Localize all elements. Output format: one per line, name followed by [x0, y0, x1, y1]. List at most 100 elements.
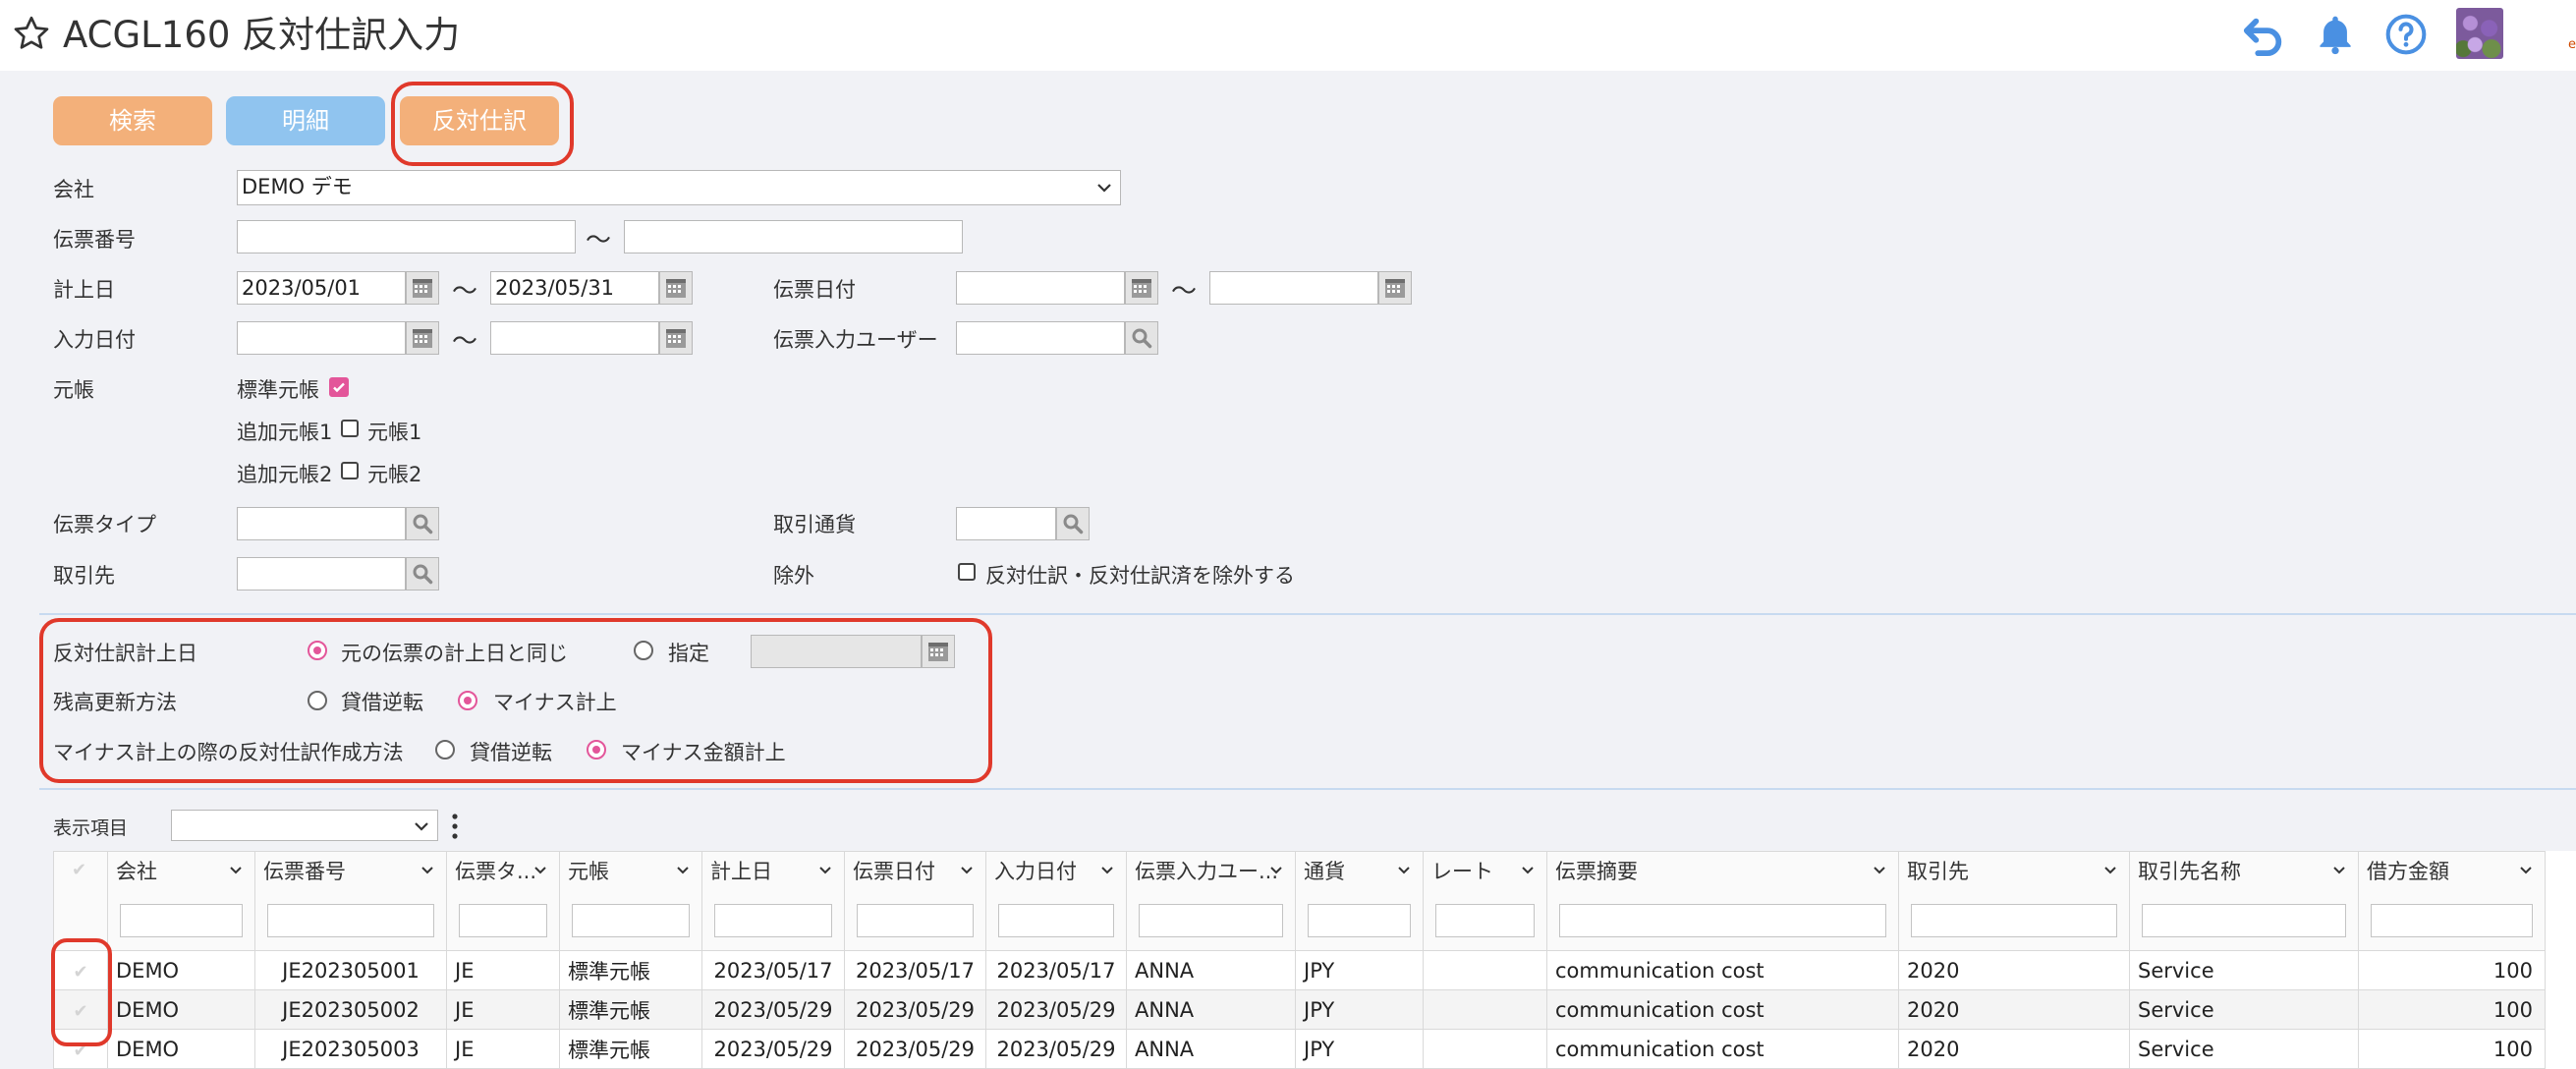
cell-voucher-date: 2023/05/29	[844, 1029, 986, 1069]
partner-input[interactable]	[237, 557, 406, 591]
help-icon[interactable]	[2384, 13, 2428, 56]
column-header[interactable]: 借方金額	[2358, 851, 2546, 951]
exclude-checkbox[interactable]	[958, 563, 976, 581]
chevron-down-icon[interactable]	[1873, 864, 1886, 877]
voucher-type-label: 伝票タイプ	[53, 513, 156, 536]
column-header[interactable]: 伝票番号	[254, 851, 447, 951]
search-icon[interactable]	[406, 507, 439, 540]
chevron-down-icon[interactable]	[1100, 864, 1114, 877]
chevron-down-icon[interactable]	[960, 864, 974, 877]
cell-partner-name: Service	[2129, 989, 2359, 1030]
entry-date-to-input[interactable]	[490, 321, 659, 355]
column-filter-input[interactable]	[714, 904, 832, 937]
chevron-down-icon[interactable]	[2103, 864, 2117, 877]
calendar-icon[interactable]	[406, 271, 439, 305]
reverse-posting-specify-radio[interactable]	[634, 641, 653, 660]
column-filter-input[interactable]	[572, 904, 690, 937]
cell-rate	[1423, 950, 1547, 990]
column-filter-input[interactable]	[1559, 904, 1886, 937]
display-items-label: 表示項目	[53, 817, 129, 839]
chevron-down-icon[interactable]	[1521, 864, 1535, 877]
chevron-down-icon[interactable]	[1269, 864, 1283, 877]
column-filter-input[interactable]	[2142, 904, 2346, 937]
voucher-type-input[interactable]	[237, 507, 406, 540]
detail-button[interactable]: 明細	[226, 96, 385, 145]
cell-voucher-type: JE	[446, 950, 560, 990]
column-filter-input[interactable]	[857, 904, 974, 937]
balance-minus-radio[interactable]	[458, 691, 477, 710]
balance-swap-radio[interactable]	[308, 691, 327, 710]
chevron-down-icon[interactable]	[2519, 864, 2533, 877]
column-header[interactable]: 取引先名称	[2129, 851, 2359, 951]
company-select[interactable]: DEMO デモ	[237, 170, 1121, 205]
column-filter-input[interactable]	[459, 904, 547, 937]
column-filter-input[interactable]	[1308, 904, 1411, 937]
calendar-icon[interactable]	[922, 635, 955, 668]
column-header[interactable]: 伝票入力ユー...	[1126, 851, 1296, 951]
entry-date-from-input[interactable]	[237, 321, 406, 355]
search-icon[interactable]	[1056, 507, 1090, 540]
column-filter-input[interactable]	[267, 904, 434, 937]
chevron-down-icon[interactable]	[818, 864, 832, 877]
chevron-down-icon[interactable]	[1397, 864, 1411, 877]
cell-entry-user: ANNA	[1126, 989, 1296, 1030]
column-filter-input[interactable]	[1139, 904, 1283, 937]
star-icon[interactable]	[12, 14, 51, 53]
check-icon: ✔	[72, 860, 87, 880]
column-header[interactable]: 伝票摘要	[1546, 851, 1899, 951]
minus-swap-radio[interactable]	[435, 740, 455, 760]
display-items-select[interactable]	[171, 810, 438, 841]
cell-currency: JPY	[1295, 1029, 1424, 1069]
ledger-add1-checkbox[interactable]	[341, 420, 359, 437]
chevron-down-icon[interactable]	[2332, 864, 2346, 877]
search-icon[interactable]	[406, 557, 439, 591]
more-vertical-icon[interactable]	[448, 812, 462, 841]
voucher-no-from-input[interactable]	[237, 220, 576, 253]
currency-input[interactable]	[956, 507, 1056, 540]
calendar-icon[interactable]	[1125, 271, 1158, 305]
column-header[interactable]: レート	[1423, 851, 1547, 951]
avatar[interactable]	[2456, 8, 2503, 59]
select-all-header[interactable]: ✔	[53, 851, 108, 951]
column-header[interactable]: 計上日	[701, 851, 845, 951]
column-header[interactable]: 伝票日付	[844, 851, 986, 951]
column-filter-input[interactable]	[998, 904, 1114, 937]
undo-icon[interactable]	[2240, 12, 2287, 57]
entry-user-input[interactable]	[956, 321, 1125, 355]
posting-date-from-input[interactable]: 2023/05/01	[237, 271, 406, 305]
reverse-posting-date-input[interactable]	[751, 635, 922, 668]
ledger-standard-checkbox[interactable]	[329, 377, 349, 397]
search-icon[interactable]	[1125, 321, 1158, 355]
voucher-no-to-input[interactable]	[624, 220, 963, 253]
search-button[interactable]: 検索	[53, 96, 212, 145]
table-row[interactable]: ✔ DEMO JE202305001 JE 標準元帳 2023/05/17 20…	[53, 950, 2546, 990]
column-header[interactable]: 会社	[107, 851, 255, 951]
column-filter-input[interactable]	[120, 904, 243, 937]
table-row[interactable]: ✔ DEMO JE202305002 JE 標準元帳 2023/05/29 20…	[53, 989, 2546, 1030]
calendar-icon[interactable]	[1378, 271, 1412, 305]
calendar-icon[interactable]	[659, 271, 693, 305]
column-filter-input[interactable]	[1911, 904, 2117, 937]
chevron-down-icon[interactable]	[229, 864, 243, 877]
column-filter-input[interactable]	[1435, 904, 1535, 937]
column-header[interactable]: 元帳	[559, 851, 702, 951]
voucher-date-from-input[interactable]	[956, 271, 1125, 305]
column-header[interactable]: 入力日付	[985, 851, 1127, 951]
posting-date-to-input[interactable]: 2023/05/31	[490, 271, 659, 305]
bell-icon[interactable]	[2314, 12, 2357, 57]
voucher-date-to-input[interactable]	[1209, 271, 1378, 305]
minus-amount-radio[interactable]	[587, 740, 606, 760]
column-header[interactable]: 伝票タ...	[446, 851, 560, 951]
column-header[interactable]: 通貨	[1295, 851, 1424, 951]
column-header[interactable]: 取引先	[1898, 851, 2130, 951]
chevron-down-icon[interactable]	[676, 864, 690, 877]
column-filter-input[interactable]	[2371, 904, 2533, 937]
calendar-icon[interactable]	[659, 321, 693, 355]
calendar-icon[interactable]	[406, 321, 439, 355]
table-row[interactable]: ✔ DEMO JE202305003 JE 標準元帳 2023/05/29 20…	[53, 1029, 2546, 1069]
currency-label: 取引通貨	[773, 513, 856, 536]
chevron-down-icon[interactable]	[533, 864, 547, 877]
ledger-add2-checkbox[interactable]	[341, 462, 359, 479]
reverse-posting-same-radio[interactable]	[308, 641, 327, 660]
chevron-down-icon[interactable]	[420, 864, 434, 877]
